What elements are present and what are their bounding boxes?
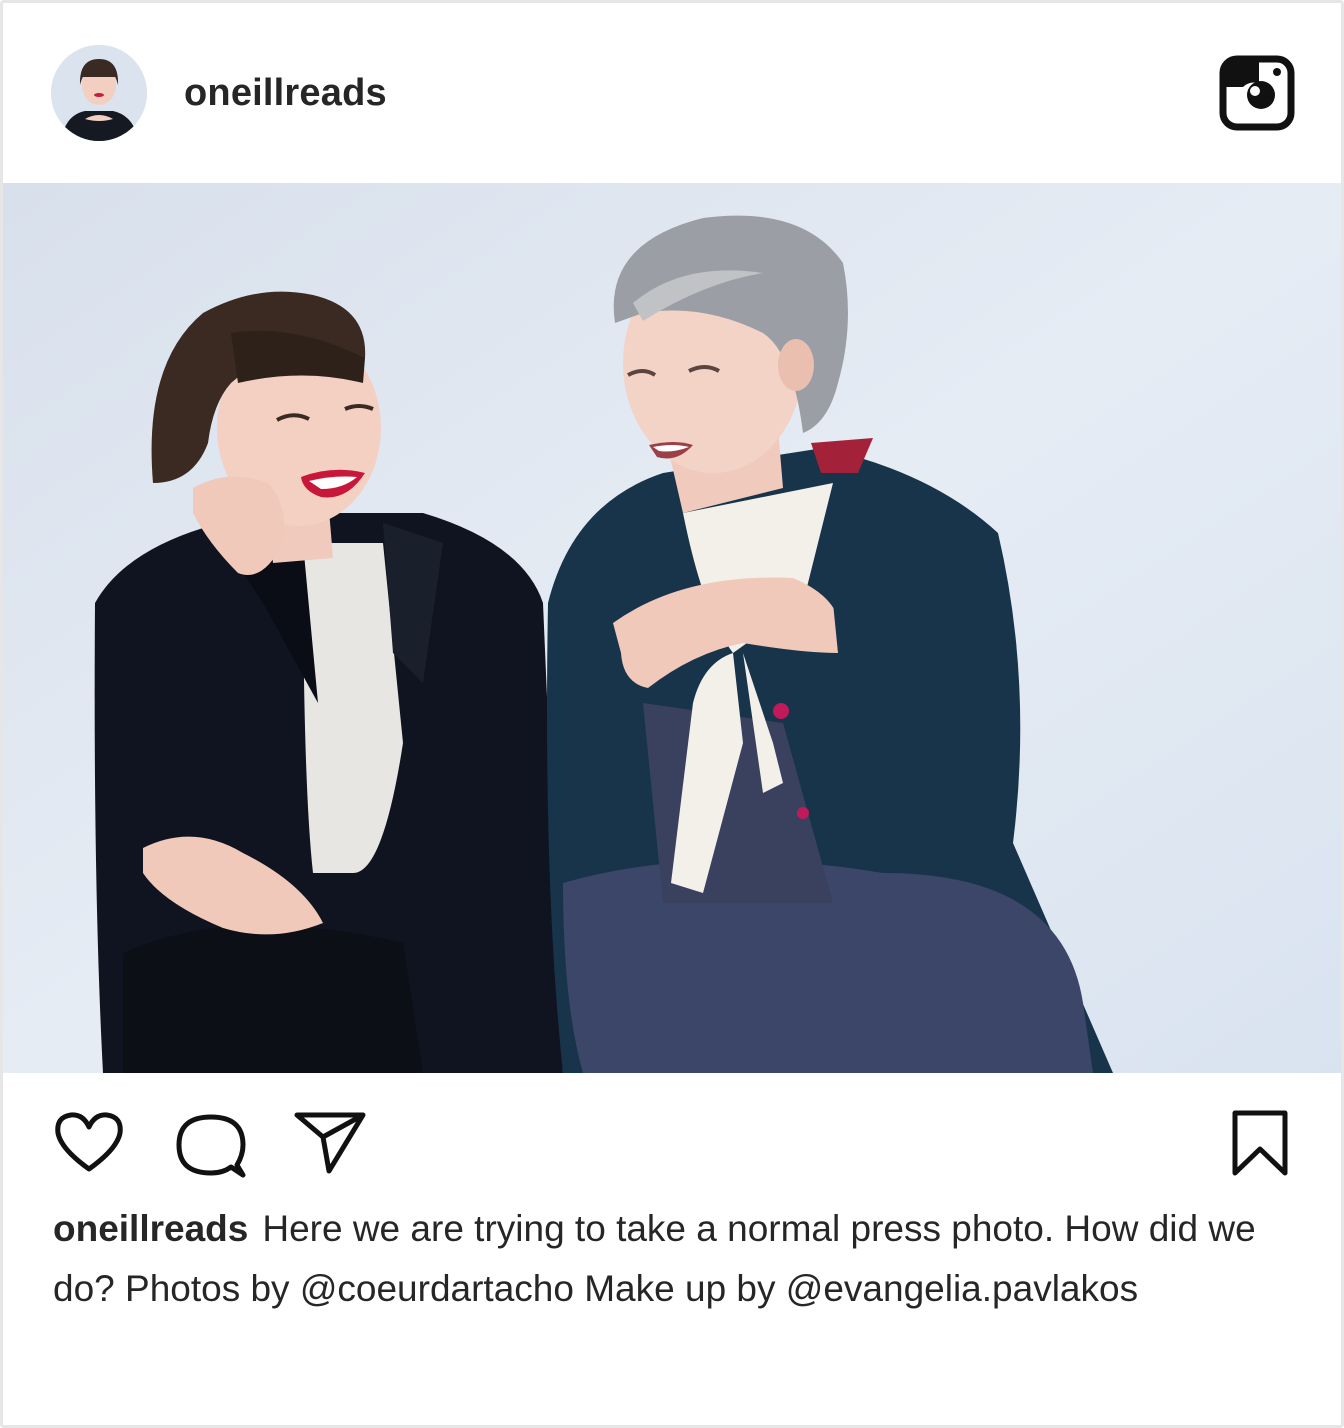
bookmark-icon[interactable]	[1229, 1109, 1291, 1177]
caption-text-middle: Make up by	[573, 1268, 786, 1309]
instagram-icon[interactable]	[1219, 55, 1295, 131]
caption-username[interactable]: oneillreads	[53, 1208, 248, 1249]
photo-illustration	[3, 183, 1341, 1073]
post-actions	[3, 1103, 1341, 1183]
post-caption: oneillreads Here we are trying to take a …	[53, 1199, 1303, 1319]
avatar[interactable]	[51, 45, 147, 141]
mention-link-photographer[interactable]: @coeurdartacho	[300, 1268, 574, 1309]
post-header: oneillreads	[3, 3, 1341, 183]
heart-icon[interactable]	[53, 1111, 125, 1175]
share-icon[interactable]	[293, 1109, 367, 1175]
mention-link-makeup[interactable]: @evangelia.pavlakos	[786, 1268, 1138, 1309]
post-photo[interactable]	[3, 183, 1341, 1073]
comment-icon[interactable]	[175, 1111, 247, 1181]
instagram-post-card: oneillreads oneillreads Here we are tryi…	[0, 0, 1344, 1428]
avatar-image	[51, 45, 147, 141]
post-username[interactable]: oneillreads	[184, 69, 387, 117]
